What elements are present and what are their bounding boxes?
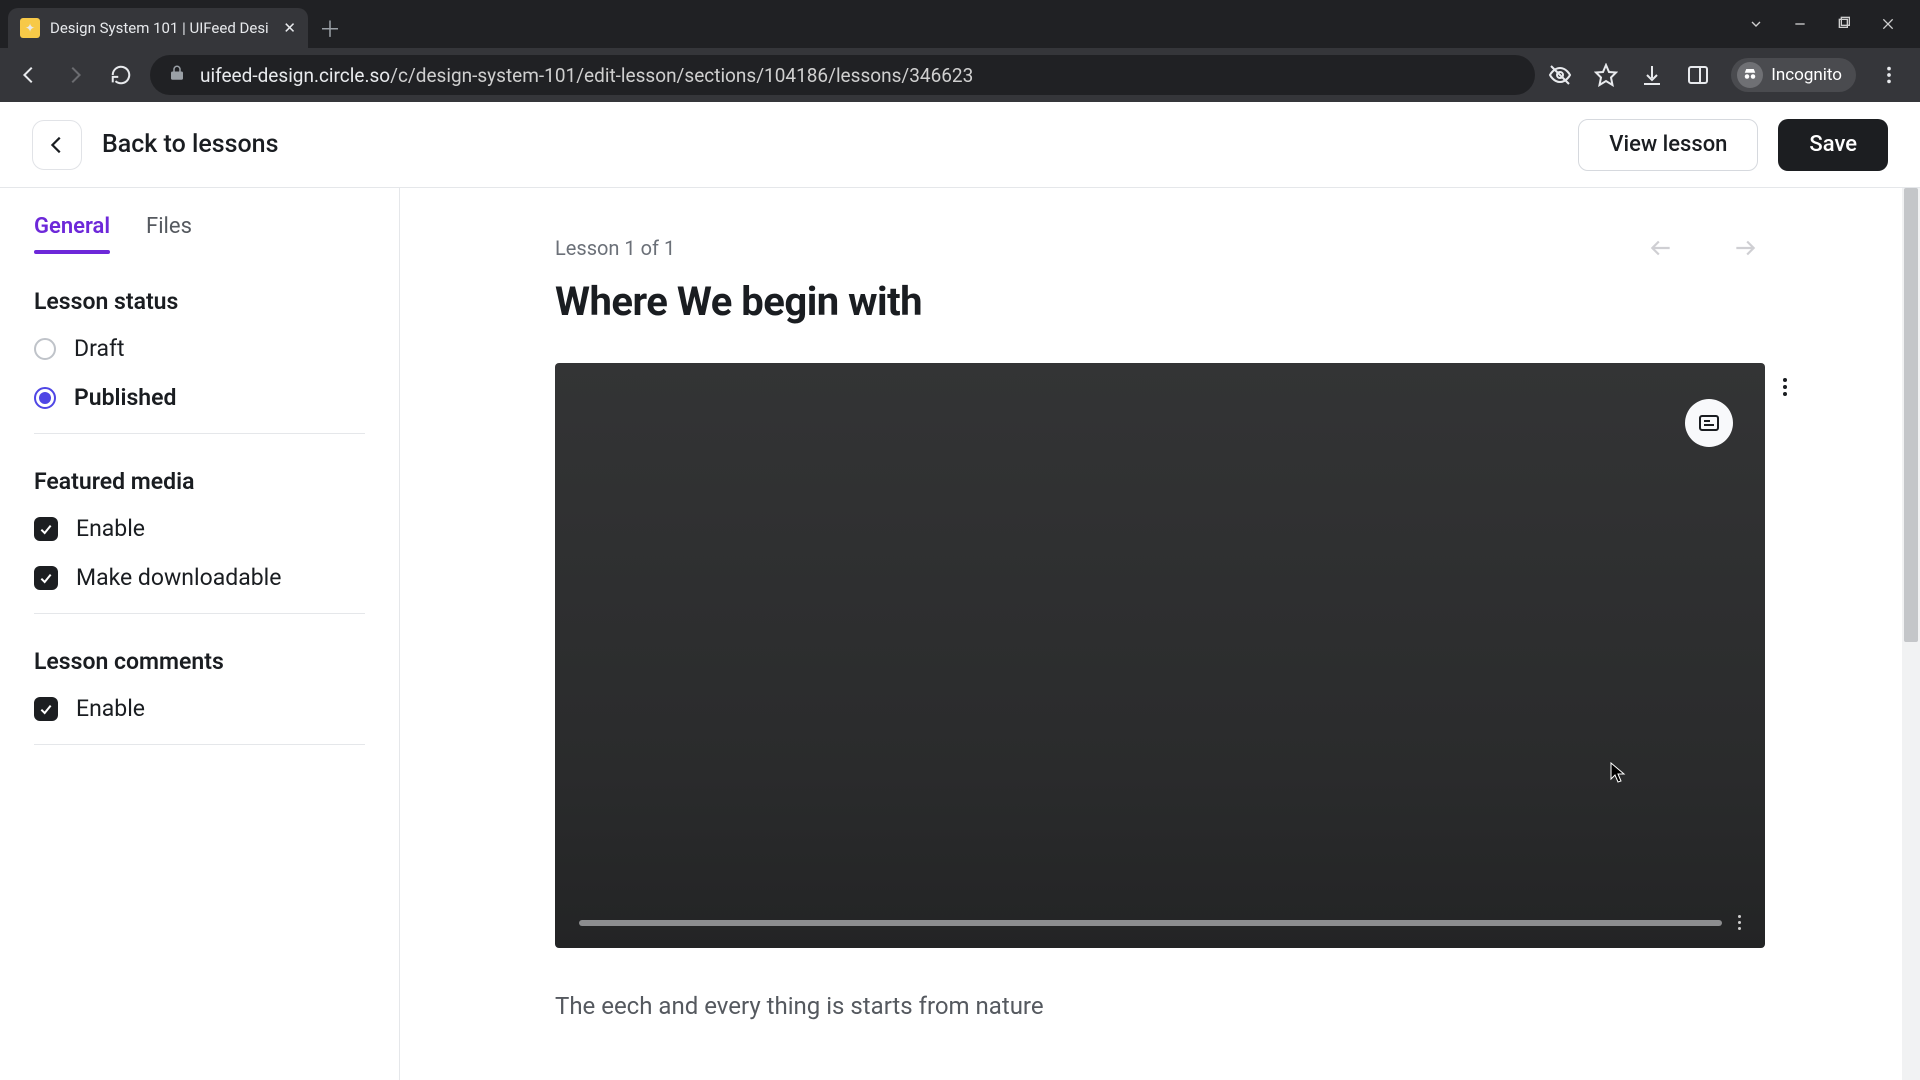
media-progress: [579, 915, 1741, 930]
status-draft-label: Draft: [74, 335, 124, 362]
close-tab-icon[interactable]: ✕: [283, 19, 296, 37]
incognito-icon: [1737, 62, 1763, 88]
divider: [34, 613, 365, 614]
url-text: uifeed-design.circle.so/c/design-system-…: [200, 64, 973, 87]
featured-downloadable-label: Make downloadable: [76, 564, 281, 591]
lesson-comments-title: Lesson comments: [34, 648, 365, 675]
featured-enable-option[interactable]: Enable: [34, 515, 365, 542]
scrollbar-thumb[interactable]: [1904, 188, 1918, 642]
checkbox-checked-icon: [34, 697, 58, 721]
checkbox-checked-icon: [34, 517, 58, 541]
media-block-menu-icon[interactable]: [1771, 373, 1799, 401]
featured-downloadable-option[interactable]: Make downloadable: [34, 564, 365, 591]
browser-menu-icon[interactable]: [1876, 62, 1902, 88]
status-published-label: Published: [74, 384, 176, 411]
side-panel-icon[interactable]: [1685, 62, 1711, 88]
status-draft-option[interactable]: Draft: [34, 335, 365, 362]
lock-icon: [168, 64, 186, 86]
view-lesson-button[interactable]: View lesson: [1578, 119, 1758, 171]
close-window-icon[interactable]: [1880, 16, 1896, 32]
main-content: Lesson 1 of 1 Where We begin with: [400, 188, 1920, 1080]
browser-toolbar: uifeed-design.circle.so/c/design-system-…: [0, 48, 1920, 102]
tab-title: Design System 101 | UIFeed Desi: [50, 19, 273, 37]
radio-checked-icon: [34, 387, 56, 409]
minimize-window-icon[interactable]: [1792, 16, 1808, 32]
featured-media-title: Featured media: [34, 468, 365, 495]
sidebar-tabs: General Files: [34, 208, 365, 254]
app-header: Back to lessons View lesson Save: [0, 102, 1920, 188]
incognito-chip[interactable]: Incognito: [1731, 58, 1856, 92]
next-lesson-button[interactable]: [1725, 228, 1765, 268]
browser-tab[interactable]: ✦ Design System 101 | UIFeed Desi ✕: [8, 8, 308, 48]
new-tab-button[interactable]: ＋: [316, 14, 344, 42]
lesson-body-text[interactable]: The eech and every thing is starts from …: [555, 992, 1765, 1020]
save-button[interactable]: Save: [1778, 119, 1888, 171]
back-button[interactable]: [12, 58, 46, 92]
lesson-title[interactable]: Where We begin with: [555, 278, 1765, 325]
scrollbar-track[interactable]: [1902, 188, 1920, 1080]
captions-button[interactable]: [1685, 399, 1733, 447]
back-to-lessons-label: Back to lessons: [102, 130, 278, 159]
lesson-position: Lesson 1 of 1: [555, 236, 675, 260]
checkbox-checked-icon: [34, 566, 58, 590]
maximize-window-icon[interactable]: [1836, 16, 1852, 32]
divider: [34, 433, 365, 434]
tab-files[interactable]: Files: [146, 208, 192, 253]
comments-enable-label: Enable: [76, 695, 145, 722]
incognito-label: Incognito: [1771, 65, 1842, 85]
featured-media-block[interactable]: [555, 363, 1765, 948]
chevron-down-icon[interactable]: [1748, 16, 1764, 32]
window-controls: [1724, 0, 1920, 48]
radio-unchecked-icon: [34, 338, 56, 360]
forward-button[interactable]: [58, 58, 92, 92]
eye-off-icon[interactable]: [1547, 62, 1573, 88]
divider: [34, 744, 365, 745]
reload-button[interactable]: [104, 58, 138, 92]
prev-lesson-button[interactable]: [1641, 228, 1681, 268]
sidebar: General Files Lesson status Draft Publis…: [0, 188, 400, 1080]
address-bar[interactable]: uifeed-design.circle.so/c/design-system-…: [150, 55, 1535, 95]
status-published-option[interactable]: Published: [34, 384, 365, 411]
back-to-lessons-button[interactable]: [32, 120, 82, 170]
tab-general[interactable]: General: [34, 208, 110, 253]
comments-enable-option[interactable]: Enable: [34, 695, 365, 722]
favicon-icon: ✦: [20, 18, 40, 38]
media-settings-icon[interactable]: [1738, 915, 1741, 930]
featured-enable-label: Enable: [76, 515, 145, 542]
star-icon[interactable]: [1593, 62, 1619, 88]
lesson-status-title: Lesson status: [34, 288, 365, 315]
progress-bar[interactable]: [579, 920, 1722, 926]
download-icon[interactable]: [1639, 62, 1665, 88]
browser-tab-strip: ✦ Design System 101 | UIFeed Desi ✕ ＋: [0, 0, 1920, 48]
